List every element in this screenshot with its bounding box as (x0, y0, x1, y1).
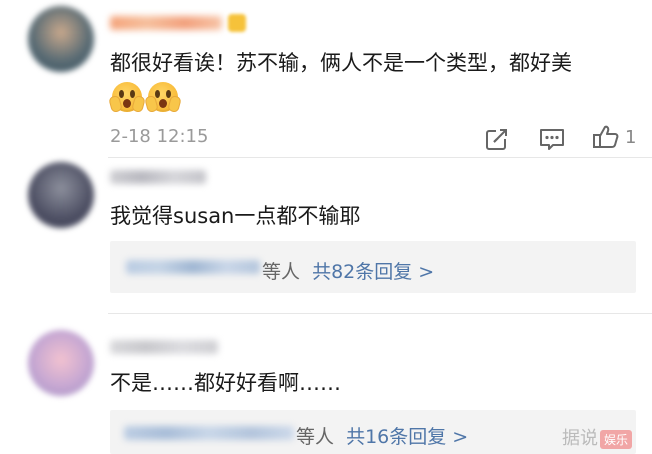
comment-timestamp: 2-18 12:15 (110, 126, 209, 147)
like-count: 1 (625, 127, 637, 148)
reply-usernames (124, 426, 294, 440)
username[interactable] (110, 170, 206, 184)
reply-usernames (126, 260, 260, 274)
username[interactable] (110, 16, 222, 30)
reply-deng-text: 等人 (296, 426, 335, 448)
watermark-tag: 娱乐 (600, 429, 633, 449)
avatar[interactable] (28, 6, 94, 72)
vip-badge-icon (228, 14, 246, 32)
divider (108, 157, 652, 158)
view-replies-link[interactable]: 共16条回复 > (346, 426, 468, 448)
reply-preview[interactable]: 等人 共82条回复 > (110, 241, 636, 293)
scared-face-emoji (144, 82, 182, 114)
comment-text: 不是……都好好看啊…… (110, 371, 341, 395)
comment-icon[interactable] (538, 126, 566, 152)
watermark: 据说 娱乐 (562, 424, 633, 450)
avatar[interactable] (28, 330, 94, 396)
reply-summary[interactable]: 等人 共16条回复 > (296, 422, 468, 449)
watermark-text: 据说 (562, 428, 598, 449)
avatar[interactable] (28, 162, 94, 228)
share-icon[interactable] (484, 126, 510, 152)
divider (108, 313, 652, 314)
username[interactable] (110, 340, 218, 354)
thumbs-up-icon[interactable] (592, 124, 620, 150)
reply-preview[interactable]: 等人 共16条回复 > (110, 410, 636, 454)
reply-deng-text: 等人 (262, 261, 301, 283)
comment-text: 都很好看诶！苏不输，俩人不是一个类型，都好美 (110, 51, 572, 75)
view-replies-link[interactable]: 共82条回复 > (312, 261, 434, 283)
scared-face-emoji (108, 82, 146, 114)
reply-summary[interactable]: 等人 共82条回复 > (262, 257, 434, 284)
comment-text: 我觉得susan一点都不输耶 (110, 204, 361, 228)
